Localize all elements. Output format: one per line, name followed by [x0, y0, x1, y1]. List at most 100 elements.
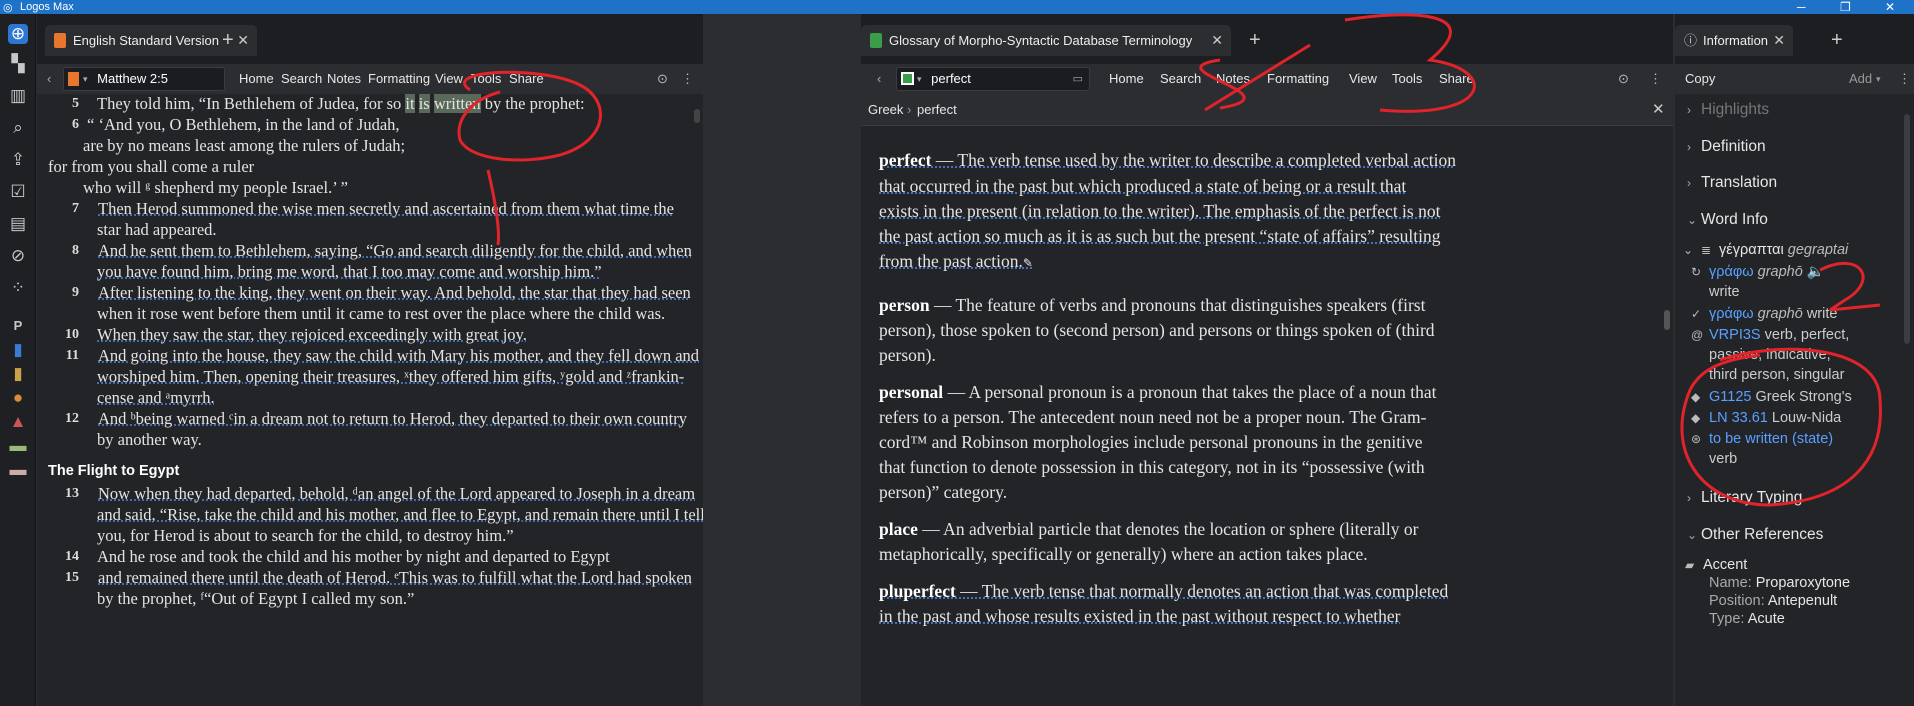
- verse-line[interactable]: are by no means least among the rulers o…: [83, 136, 405, 156]
- section-other-references[interactable]: ⌄ Other References: [1687, 526, 1823, 544]
- highlighted-word[interactable]: written: [433, 94, 481, 113]
- p-icon[interactable]: P: [8, 316, 28, 336]
- section-definition[interactable]: › Definition: [1687, 138, 1766, 156]
- back-icon[interactable]: ‹: [47, 64, 51, 94]
- menu-tools[interactable]: Tools: [1392, 64, 1422, 94]
- morphology-row[interactable]: @ VRPI3S verb, perfect,: [1691, 325, 1849, 345]
- upload-icon[interactable]: ⇪: [8, 150, 28, 170]
- menu-formatting[interactable]: Formatting: [368, 64, 430, 94]
- verse-line[interactable]: by another way.: [97, 430, 202, 450]
- verse-line[interactable]: cense and ᵃmyrrh.: [97, 388, 215, 408]
- glossary-line[interactable]: personal — A personal pronoun is a prono…: [879, 382, 1436, 403]
- home-icon[interactable]: ⊕: [8, 24, 28, 44]
- verse-line[interactable]: you, for Herod is about to search for th…: [97, 526, 514, 546]
- verse-number[interactable]: 6: [49, 117, 79, 133]
- strongs-link[interactable]: G1125: [1709, 389, 1751, 405]
- glossary-line[interactable]: refers to a person. The antecedent noun …: [879, 407, 1426, 428]
- glossary-line[interactable]: place — An adverbial particle that denot…: [879, 519, 1418, 540]
- verse-line[interactable]: for from you shall come a ruler: [48, 157, 254, 177]
- verse-line[interactable]: Then Herod summoned the wise men secretl…: [98, 199, 674, 219]
- shield-icon[interactable]: ⊘: [8, 246, 28, 266]
- layout-icon[interactable]: ▚: [8, 54, 28, 74]
- glossary-term[interactable]: person: [879, 295, 930, 315]
- book-icon[interactable]: ▮: [8, 340, 28, 360]
- glossary-line[interactable]: that occurred in the past but which prod…: [879, 176, 1406, 197]
- verse-line[interactable]: by the prophet, ᶠ“Out of Egypt I called …: [97, 589, 414, 609]
- section-word-info[interactable]: ⌄ Word Info: [1687, 211, 1768, 229]
- verse-line[interactable]: star had appeared.: [97, 220, 217, 240]
- document-icon[interactable]: ▤: [8, 214, 28, 234]
- lemma-link[interactable]: γράφω: [1709, 264, 1754, 280]
- new-tab-plus-icon[interactable]: +: [222, 25, 234, 55]
- glossary-line[interactable]: person), those spoken to (second person)…: [879, 320, 1435, 341]
- morph-code-link[interactable]: VRPI3S: [1709, 327, 1761, 343]
- briefcase-icon[interactable]: ▬: [8, 436, 28, 456]
- verse-line[interactable]: Now when they had departed, behold, ᵈan …: [98, 484, 695, 504]
- bookmark-icon[interactable]: ▮: [8, 364, 28, 384]
- breadcrumb-perfect[interactable]: perfect: [917, 94, 957, 126]
- menu-search[interactable]: Search: [1160, 64, 1201, 94]
- verse-line[interactable]: And he rose and took the child and his m…: [97, 547, 610, 567]
- verse-number[interactable]: 10: [49, 327, 79, 343]
- more-menu-icon[interactable]: ⋮: [681, 64, 694, 94]
- speaker-icon[interactable]: 🔈: [1807, 264, 1825, 280]
- close-breadcrumb-icon[interactable]: ✕: [1652, 94, 1665, 126]
- glossary-line[interactable]: metaphorically, specifically or generall…: [879, 544, 1368, 565]
- highlighted-word[interactable]: is: [418, 94, 430, 113]
- verse-number[interactable]: 14: [49, 549, 79, 565]
- menu-tools[interactable]: Tools: [471, 64, 501, 94]
- stack-icon[interactable]: ▬: [8, 460, 28, 480]
- verse-number[interactable]: 7: [49, 201, 79, 217]
- word-form-row[interactable]: ⌄ ≣ γέγραπται gegraptai: [1683, 240, 1848, 260]
- menu-share[interactable]: Share: [509, 64, 544, 94]
- sync-icon[interactable]: ⊙: [657, 64, 668, 94]
- root-row[interactable]: ✓ γράφω graphō write: [1691, 304, 1837, 324]
- glossary-line[interactable]: person)” category.: [879, 482, 1007, 503]
- cloud-icon[interactable]: ●: [8, 388, 28, 408]
- verse-line[interactable]: who will ᵍ shepherd my people Israel.’ ”: [83, 178, 348, 198]
- verse-number[interactable]: 15: [49, 570, 79, 586]
- breadcrumb-greek[interactable]: Greek: [868, 94, 903, 126]
- glossary-line[interactable]: person).: [879, 345, 936, 366]
- louw-nida-link[interactable]: LN 33.61: [1709, 410, 1768, 426]
- verse-number[interactable]: 9: [49, 285, 79, 301]
- verse-number[interactable]: 5: [49, 96, 79, 112]
- lemma-row[interactable]: ↻ γράφω graphō 🔈: [1691, 262, 1825, 282]
- add-button[interactable]: Add: [1849, 64, 1872, 94]
- section-literary-typing[interactable]: › Literary Typing: [1687, 489, 1802, 507]
- chevron-down-icon[interactable]: ▾: [83, 74, 88, 84]
- glossary-line[interactable]: pluperfect — The verb tense that normall…: [879, 581, 1448, 602]
- checklist-icon[interactable]: ☑: [8, 182, 28, 202]
- menu-view[interactable]: View: [1349, 64, 1377, 94]
- tab-glossary[interactable]: Glossary of Morpho-Syntactic Database Te…: [861, 25, 1231, 56]
- menu-view[interactable]: View: [435, 64, 463, 94]
- glossary-term[interactable]: place: [879, 519, 918, 539]
- verse-line[interactable]: worshiped him. Then, opening their treas…: [97, 367, 684, 387]
- search-icon[interactable]: ⌕: [8, 118, 28, 138]
- glossary-line[interactable]: that function to denote possession in th…: [879, 457, 1425, 478]
- verse-line[interactable]: you have found him, bring me word, that …: [97, 262, 602, 282]
- glossary-line[interactable]: perfect — The verb tense used by the wri…: [879, 150, 1456, 171]
- restore-icon[interactable]: ❐: [1840, 0, 1851, 14]
- menu-formatting[interactable]: Formatting: [1267, 64, 1329, 94]
- keyboard-icon[interactable]: ▭: [1073, 68, 1083, 90]
- back-icon[interactable]: ‹: [877, 64, 881, 94]
- glossary-line[interactable]: person — The feature of verbs and pronou…: [879, 295, 1425, 316]
- verse-line[interactable]: when it rose went before them until it c…: [97, 304, 665, 324]
- reference-box[interactable]: ▾ Matthew 2:5: [63, 67, 225, 91]
- info-scrollbar[interactable]: [1904, 114, 1910, 344]
- sense-link[interactable]: to be written (state): [1709, 431, 1833, 447]
- glossary-line[interactable]: exists in the present (in relation to th…: [879, 201, 1440, 222]
- section-translation[interactable]: › Translation: [1687, 174, 1777, 192]
- verse-line[interactable]: After listening to the king, they went o…: [98, 283, 691, 303]
- glossary-term[interactable]: perfect: [879, 150, 931, 170]
- new-tab-plus-icon[interactable]: +: [1831, 25, 1843, 55]
- verse-line[interactable]: And ᵇbeing warned ᶜin a dream not to ret…: [98, 409, 687, 429]
- verse-line[interactable]: and remained there until the death of He…: [98, 568, 692, 588]
- verse-line[interactable]: And going into the house, they saw the c…: [98, 346, 699, 366]
- close-window-icon[interactable]: ✕: [1885, 0, 1895, 14]
- section-highlights[interactable]: › Highlights: [1687, 101, 1769, 119]
- root-link[interactable]: γράφω: [1709, 306, 1754, 322]
- verse-number[interactable]: 12: [49, 411, 79, 427]
- menu-search[interactable]: Search: [281, 64, 322, 94]
